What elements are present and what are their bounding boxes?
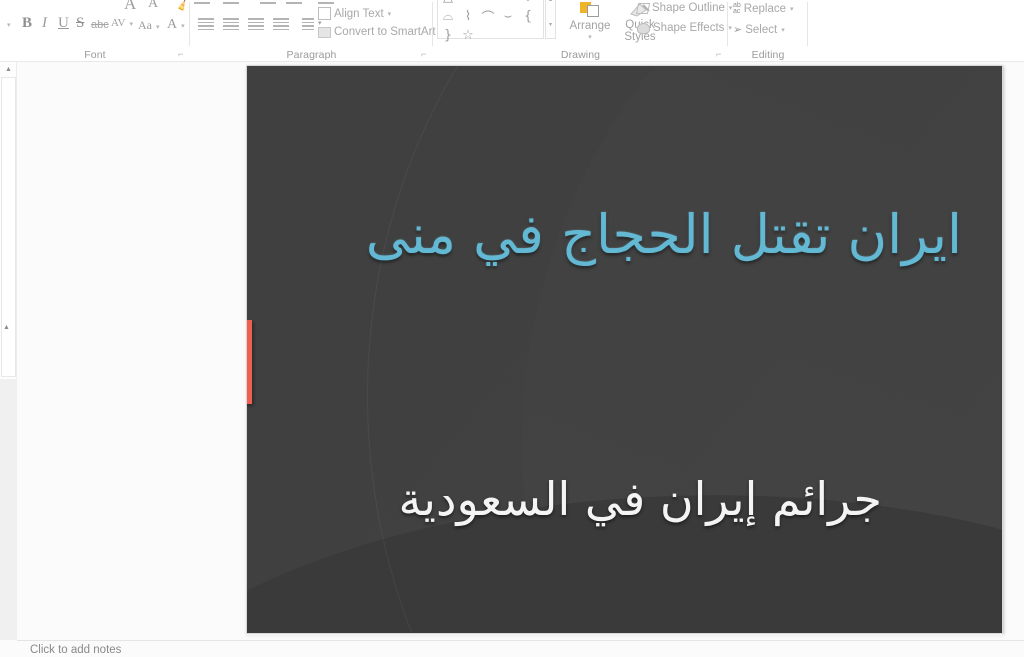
notes-pane[interactable]: Click to add notes [17,640,1024,657]
smartart-icon [318,26,331,38]
embedded-object-selected[interactable]: Coder.exe [247,320,252,404]
arrange-icon [580,2,600,18]
convert-to-smartart-label: Convert to SmartArt [334,26,436,38]
ribbon-group-paragraph-label: Paragraph [286,49,337,61]
select-caret-icon[interactable]: ▾ [781,26,785,34]
shape-outline-icon [635,2,651,14]
slide-background-thin-arc [367,66,1002,633]
underline-button[interactable]: U [58,15,69,32]
scroll-up-arrow-icon[interactable]: ▲ [1,62,16,76]
shape-effects-label: Shape Effects [653,22,725,34]
scroll-down-marker-icon[interactable]: ▲ [3,324,10,331]
replace-label: Replace [743,3,786,15]
workspace: ▲ ▲ ايران تقتل الحجاج في منى جرائم إيران… [0,62,1024,657]
shape-outline-button[interactable]: Shape Outline ▾ [635,2,732,14]
align-text-caret-icon[interactable]: ▾ [388,10,392,18]
numbering-button[interactable] [223,0,239,8]
shape-left-brace-icon[interactable]: { [518,7,538,26]
shape-elbow-icon[interactable]: ⌐ [458,0,478,7]
strikethrough-button[interactable]: abc [91,19,109,31]
group-separator [807,2,808,46]
character-spacing-label: AV [111,17,126,29]
shape-curve-icon[interactable]: ⌒ [478,7,498,26]
shapes-gallery-scroll[interactable]: ▴ ▾ [545,0,556,39]
shape-elbow-arrow-icon[interactable]: ⌐ [478,0,498,7]
increase-indent-button[interactable] [286,0,302,8]
cursor-icon: ➢ [733,24,743,36]
drawing-dialog-launcher-icon[interactable]: ⌐ [716,49,721,59]
shape-right-brace-icon[interactable]: } [438,26,458,45]
shape-down-arrow-icon[interactable]: ⇩ [518,0,538,7]
outline-pane-scrollbar[interactable]: ▲ ▲ [0,62,17,640]
ribbon: n ▾ A A 🧹 B I U S abc AV▾ Aa▾ A▾ Font ⌐ … [0,0,1024,62]
change-case-button[interactable]: Aa ▾ [138,18,160,33]
shape-effects-icon [637,22,650,34]
ribbon-group-font-label: Font [84,49,106,61]
ribbon-group-paragraph: ▾ ▾ ▾ [190,0,443,62]
select-label: Select [745,23,778,36]
scrollbar-track[interactable] [1,77,16,377]
ribbon-group-font: n ▾ A A 🧹 B I U S abc AV▾ Aa▾ A▾ Font ⌐ [0,0,195,62]
bullets-button[interactable] [194,0,210,8]
shape-effects-button[interactable]: Shape Effects ▾ [637,22,732,34]
shape-triangle-icon[interactable]: △ [438,0,458,7]
decrease-indent-button[interactable] [260,0,276,8]
slide-notes-divider [246,634,1004,636]
paragraph-dialog-launcher-icon[interactable]: ⌐ [421,49,426,59]
slide-canvas[interactable]: ايران تقتل الحجاج في منى جرائم إيران في … [246,65,1003,634]
powerpoint-window: n ▾ A A 🧹 B I U S abc AV▾ Aa▾ A▾ Font ⌐ … [0,0,1024,657]
italic-button[interactable]: I [42,15,47,32]
ribbon-group-editing-label: Editing [751,49,785,61]
shapes-scroll-up-icon[interactable]: ▴ [549,0,552,4]
font-size-box-caret[interactable]: n ▾ [0,16,11,31]
ribbon-group-drawing: △ ⌐ ⌐ ⇨ ⇩ ⌓ ⌇ ⌒ ⌣ { } ☆ ▴ ▾ [433,0,732,62]
shape-star-icon[interactable]: ☆ [458,26,478,45]
align-right-button[interactable] [248,18,264,31]
notes-placeholder[interactable]: Click to add notes [30,644,121,656]
justify-button[interactable] [273,18,289,31]
shape-right-arrow-icon[interactable]: ⇨ [498,0,518,7]
scrollbar-lower-region[interactable] [0,379,17,640]
align-center-button[interactable] [223,18,239,31]
bold-button[interactable]: B [22,15,32,32]
shape-pentagon-icon[interactable]: ⌓ [438,7,458,26]
shape-arc-icon[interactable]: ⌣ [498,7,518,26]
character-spacing-button[interactable]: AV ▾ [111,17,133,29]
arrange-label: Arrange [569,20,611,32]
align-text-button[interactable]: Align Text ▾ [318,7,391,20]
align-left-button[interactable] [198,18,214,31]
ribbon-group-drawing-label: Drawing [560,49,601,61]
slide-subtitle-text[interactable]: جرائم إيران في السعودية [322,471,882,529]
align-text-label: Align Text [334,7,384,20]
bullets-caret-icon[interactable]: ▾ [212,0,216,2]
text-shadow-button[interactable]: S [76,15,84,32]
arrange-button[interactable]: Arrange ▾ [566,2,614,44]
arrange-caret-icon[interactable]: ▾ [566,32,614,44]
convert-to-smartart-button[interactable]: Convert to SmartArt ▾ [318,26,443,38]
columns-button[interactable] [302,18,314,31]
increase-font-size-button[interactable]: A [124,0,136,14]
select-button[interactable]: ➢ Select ▾ [733,23,785,37]
replace-caret-icon[interactable]: ▾ [790,5,794,13]
font-dialog-launcher-icon[interactable]: ⌐ [178,49,183,59]
font-color-button[interactable]: A ▾ [167,17,185,33]
font-color-label: A [167,17,178,32]
align-text-icon [318,7,331,20]
shapes-scroll-down-icon[interactable]: ▾ [549,22,552,29]
ribbon-group-editing: ab ac Replace ▾ ➢ Select ▾ Editing [728,0,808,62]
change-case-label: Aa [138,18,152,32]
decrease-font-size-button[interactable]: A [148,0,158,12]
shape-freeform-icon[interactable]: ⌇ [458,7,478,26]
slide-thumbnail-pane[interactable] [17,62,245,640]
slide-title-text[interactable]: ايران تقتل الحجاج في منى [332,201,962,269]
replace-icon: ab ac [733,2,741,15]
line-spacing-caret-icon[interactable]: ▾ [338,0,342,2]
numbering-caret-icon[interactable]: ▾ [241,0,245,2]
slide-editing-area[interactable]: ايران تقتل الحجاج في منى جرائم إيران في … [246,65,1004,636]
shape-outline-label: Shape Outline [652,2,725,14]
replace-button[interactable]: ab ac Replace ▾ [733,2,794,15]
shapes-gallery-grid[interactable]: △ ⌐ ⌐ ⇨ ⇩ ⌓ ⌇ ⌒ ⌣ { } ☆ [438,0,543,45]
